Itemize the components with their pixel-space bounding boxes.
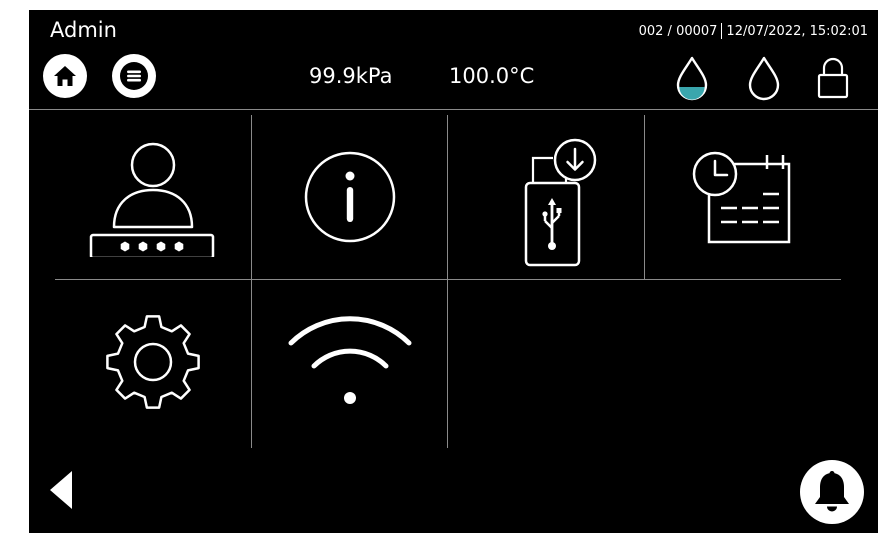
tile-schedule[interactable] bbox=[645, 115, 841, 279]
water-level-indicator bbox=[673, 54, 711, 106]
cycle-counter: 002 / 00007 bbox=[638, 23, 718, 39]
user-password-icon bbox=[89, 142, 215, 257]
door-lock-indicator bbox=[815, 54, 851, 106]
home-button[interactable] bbox=[43, 54, 87, 98]
water-drop-empty-icon bbox=[748, 56, 780, 101]
alarm-button[interactable] bbox=[800, 460, 864, 524]
status-separator bbox=[721, 23, 723, 39]
back-button[interactable] bbox=[41, 466, 81, 514]
water-level-indicator-secondary bbox=[745, 54, 783, 106]
pressure-reading: 99.9kPa bbox=[309, 64, 393, 88]
menu-button[interactable] bbox=[112, 54, 156, 98]
tile-wifi[interactable] bbox=[252, 280, 448, 444]
info-icon bbox=[304, 151, 396, 243]
water-drop-filled-icon bbox=[676, 56, 708, 101]
bell-icon bbox=[815, 471, 849, 512]
wifi-icon bbox=[288, 316, 412, 404]
date-time: 12/07/2022, 15:02:01 bbox=[726, 23, 868, 39]
home-icon bbox=[54, 66, 76, 86]
tile-usb-export[interactable] bbox=[448, 115, 644, 279]
lock-icon bbox=[817, 57, 849, 99]
tile-settings[interactable] bbox=[55, 280, 251, 444]
schedule-calendar-icon bbox=[692, 151, 791, 244]
gear-icon bbox=[106, 315, 200, 409]
tile-information[interactable] bbox=[252, 115, 448, 279]
user-label: Admin bbox=[50, 18, 117, 42]
temperature-reading: 100.0°C bbox=[449, 64, 535, 88]
back-arrow-icon bbox=[50, 471, 72, 509]
tile-user-login[interactable] bbox=[55, 115, 251, 279]
usb-download-icon bbox=[524, 138, 597, 267]
header-divider bbox=[29, 109, 878, 110]
function-grid bbox=[55, 115, 841, 448]
device-screen: Admin 002 / 00007 12/07/2022, 15:02:01 9… bbox=[29, 10, 878, 533]
menu-icon bbox=[120, 62, 148, 90]
status-line: 002 / 00007 12/07/2022, 15:02:01 bbox=[639, 23, 868, 39]
